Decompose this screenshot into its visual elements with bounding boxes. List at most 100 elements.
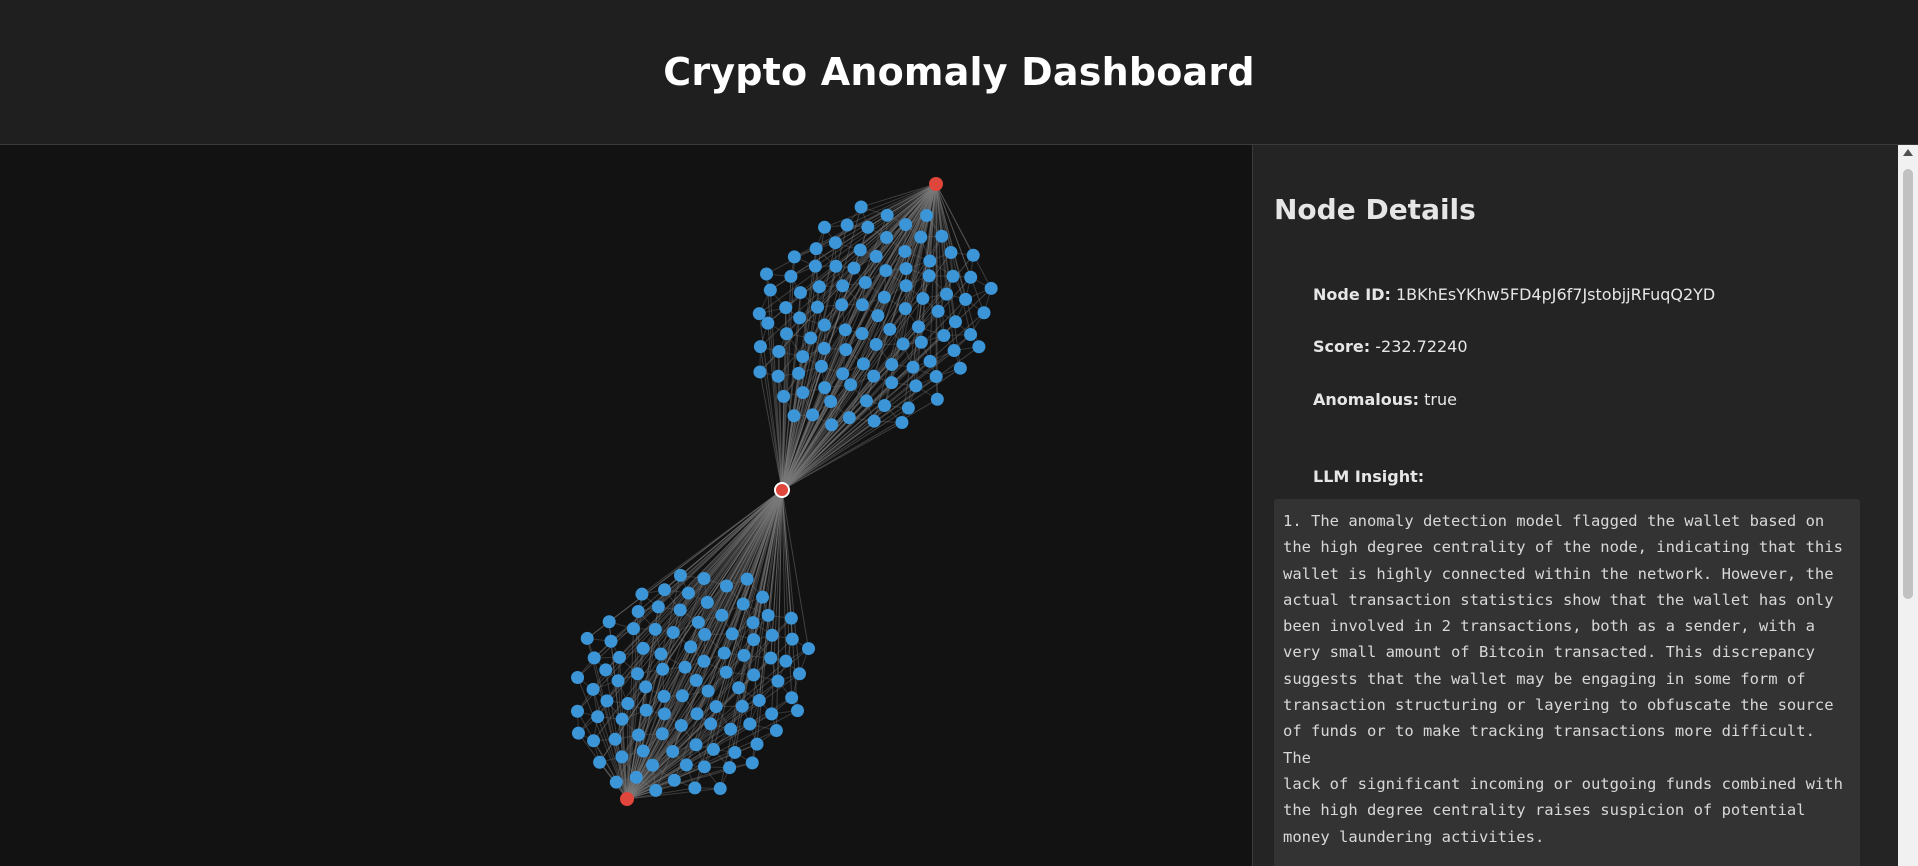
graph-node[interactable] bbox=[772, 344, 786, 358]
graph-node[interactable] bbox=[880, 208, 894, 222]
graph-node[interactable] bbox=[753, 340, 767, 354]
graph-node[interactable] bbox=[948, 315, 962, 329]
graph-node[interactable] bbox=[626, 622, 640, 636]
graph-node[interactable] bbox=[657, 707, 671, 721]
graph-node[interactable] bbox=[784, 269, 798, 283]
graph-node[interactable] bbox=[840, 218, 854, 232]
graph-node[interactable] bbox=[719, 665, 733, 679]
graph-node[interactable] bbox=[937, 329, 951, 343]
graph-node[interactable] bbox=[655, 727, 669, 741]
llm-insight-text[interactable]: 1. The anomaly detection model flagged t… bbox=[1274, 499, 1860, 866]
graph-node[interactable] bbox=[814, 359, 828, 373]
graph-node[interactable] bbox=[587, 734, 601, 748]
graph-node[interactable] bbox=[914, 335, 928, 349]
graph-node[interactable] bbox=[684, 640, 698, 654]
graph-node[interactable] bbox=[736, 597, 750, 611]
anomalous-node[interactable] bbox=[929, 177, 943, 191]
graph-node[interactable] bbox=[853, 243, 867, 257]
graph-node[interactable] bbox=[780, 327, 794, 341]
graph-node[interactable] bbox=[806, 408, 820, 422]
graph-node[interactable] bbox=[899, 262, 913, 276]
graph-node[interactable] bbox=[611, 674, 625, 688]
graph-node[interactable] bbox=[571, 670, 585, 684]
graph-node[interactable] bbox=[977, 306, 991, 320]
graph-node[interactable] bbox=[847, 261, 861, 275]
graph-node[interactable] bbox=[713, 782, 727, 796]
graph-node[interactable] bbox=[666, 744, 680, 758]
graph-node[interactable] bbox=[916, 291, 930, 305]
graph-node[interactable] bbox=[953, 361, 967, 375]
graph-node[interactable] bbox=[810, 300, 824, 314]
graph-node[interactable] bbox=[817, 341, 831, 355]
graph-node[interactable] bbox=[824, 395, 838, 409]
graph-node[interactable] bbox=[646, 758, 660, 772]
graph-node[interactable] bbox=[725, 627, 739, 641]
graph-node[interactable] bbox=[929, 370, 943, 384]
graph-node[interactable] bbox=[867, 414, 881, 428]
graph-node[interactable] bbox=[855, 327, 869, 341]
graph-node[interactable] bbox=[723, 761, 737, 775]
graph-node[interactable] bbox=[771, 674, 785, 688]
graph-node[interactable] bbox=[735, 699, 749, 713]
graph-node[interactable] bbox=[765, 628, 779, 642]
graph-node[interactable] bbox=[658, 583, 672, 597]
graph-node[interactable] bbox=[895, 415, 909, 429]
graph-node[interactable] bbox=[700, 595, 714, 609]
graph-node[interactable] bbox=[856, 357, 870, 371]
graph-node[interactable] bbox=[935, 229, 949, 243]
graph-node[interactable] bbox=[654, 647, 668, 661]
panel-scrollbar[interactable] bbox=[1898, 145, 1918, 866]
selected-anomalous-node[interactable] bbox=[774, 482, 790, 498]
graph-node[interactable] bbox=[635, 587, 649, 601]
graph-node[interactable] bbox=[817, 318, 831, 332]
graph-node[interactable] bbox=[689, 738, 703, 752]
graph-node[interactable] bbox=[717, 646, 731, 660]
graph-node[interactable] bbox=[777, 389, 791, 403]
graph-node[interactable] bbox=[808, 259, 822, 273]
graph-node[interactable] bbox=[923, 254, 937, 268]
graph-node[interactable] bbox=[844, 378, 858, 392]
graph-node[interactable] bbox=[796, 350, 810, 364]
network-graph-canvas[interactable] bbox=[0, 145, 1252, 866]
graph-node[interactable] bbox=[760, 267, 774, 281]
graph-node[interactable] bbox=[673, 568, 687, 582]
graph-node[interactable] bbox=[877, 290, 891, 304]
scroll-up-arrow-icon[interactable] bbox=[1903, 149, 1913, 156]
graph-node[interactable] bbox=[608, 732, 622, 746]
graph-node[interactable] bbox=[571, 726, 585, 740]
graph-node[interactable] bbox=[964, 270, 978, 284]
graph-node[interactable] bbox=[698, 628, 712, 642]
graph-node[interactable] bbox=[763, 283, 777, 297]
graph-node[interactable] bbox=[972, 340, 986, 354]
graph-node[interactable] bbox=[697, 654, 711, 668]
graph-node[interactable] bbox=[657, 689, 671, 703]
graph-node[interactable] bbox=[836, 279, 850, 293]
graph-node[interactable] bbox=[899, 218, 913, 232]
graph-node[interactable] bbox=[854, 200, 868, 214]
graph-node[interactable] bbox=[570, 704, 584, 718]
graph-node[interactable] bbox=[587, 651, 601, 665]
graph-node[interactable] bbox=[613, 650, 627, 664]
graph-node[interactable] bbox=[818, 381, 832, 395]
graph-node[interactable] bbox=[923, 354, 937, 368]
graph-node[interactable] bbox=[740, 572, 754, 586]
graph-node[interactable] bbox=[785, 691, 799, 705]
graph-node[interactable] bbox=[896, 337, 910, 351]
graph-nodes[interactable] bbox=[570, 177, 998, 806]
graph-node[interactable] bbox=[609, 775, 623, 789]
graph-node[interactable] bbox=[621, 697, 635, 711]
graph-node[interactable] bbox=[697, 760, 711, 774]
graph-node[interactable] bbox=[631, 604, 645, 618]
graph-node[interactable] bbox=[639, 680, 653, 694]
graph-node[interactable] bbox=[639, 703, 653, 717]
graph-node[interactable] bbox=[602, 615, 616, 629]
graph-node[interactable] bbox=[600, 694, 614, 708]
graph-node[interactable] bbox=[787, 250, 801, 264]
graph-node[interactable] bbox=[732, 681, 746, 695]
graph-node[interactable] bbox=[761, 608, 775, 622]
graph-node[interactable] bbox=[745, 756, 759, 770]
graph-node[interactable] bbox=[898, 244, 912, 258]
graph-node[interactable] bbox=[765, 707, 779, 721]
graph-node[interactable] bbox=[842, 411, 856, 425]
graph-node[interactable] bbox=[867, 369, 881, 383]
